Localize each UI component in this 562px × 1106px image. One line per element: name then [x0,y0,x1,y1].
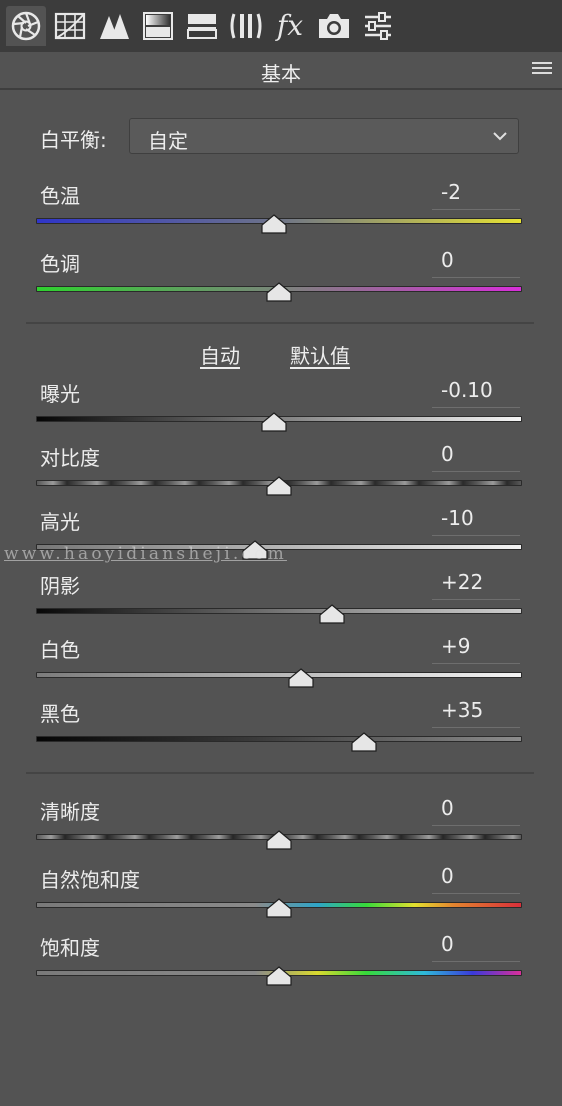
tone-curve-tab[interactable] [50,6,90,46]
whites-label: 白色 [40,638,80,662]
exposure-value[interactable]: -0.10 [432,378,520,408]
contrast-value[interactable]: 0 [432,442,520,472]
highlights-label: 高光 [40,510,80,534]
temp-label: 色温 [40,184,80,208]
blacks-label: 黑色 [40,702,80,726]
tint-label: 色调 [40,252,80,276]
contrast-slider-thumb[interactable] [266,476,292,496]
effects-fx-icon: fx [276,9,304,42]
blacks-slider-thumb[interactable] [351,732,377,752]
clarity-label: 清晰度 [40,800,100,824]
section-header: 基本 [0,52,562,90]
shadows-value[interactable]: +22 [432,570,520,600]
exposure-label: 曝光 [40,382,80,406]
tint-value[interactable]: 0 [432,248,520,278]
watermark-text: www.haoyidiansheji.com [4,544,287,564]
detail-tab[interactable] [94,6,134,46]
temp-slider-thumb[interactable] [261,214,287,234]
tint-slider-thumb[interactable] [266,282,292,302]
hsl-gradient-icon [143,12,173,40]
aperture-icon [11,11,41,41]
vibrance-label: 自然饱和度 [40,868,140,892]
exposure-slider-thumb[interactable] [261,412,287,432]
presets-sliders-icon [365,12,391,40]
effects-tab[interactable]: fx [270,6,310,46]
camera-calibration-icon [319,14,349,38]
whites-value[interactable]: +9 [432,634,520,664]
split-toning-tab[interactable] [182,6,222,46]
vibrance-slider-thumb[interactable] [266,898,292,918]
section-divider [26,322,534,324]
default-link[interactable]: 默认值 [290,340,350,369]
clarity-slider-thumb[interactable] [266,830,292,850]
saturation-slider-thumb[interactable] [266,966,292,986]
hsl-tab[interactable] [138,6,178,46]
contrast-label: 对比度 [40,446,100,470]
shadows-label: 阴影 [40,574,80,598]
camera-calibration-tab[interactable] [314,6,354,46]
whites-slider-thumb[interactable] [288,668,314,688]
section-divider [26,772,534,774]
blacks-track[interactable] [36,736,522,742]
auto-link[interactable]: 自动 [200,340,240,369]
lens-correction-tab[interactable] [226,6,266,46]
whites-track[interactable] [36,672,522,678]
saturation-label: 饱和度 [40,936,100,960]
shadows-slider-thumb[interactable] [319,604,346,624]
detail-triangles-icon [100,14,129,39]
blacks-value[interactable]: +35 [432,698,520,728]
vibrance-value[interactable]: 0 [432,864,520,894]
chevron-down-icon [493,132,507,141]
basic-tab[interactable] [6,6,46,46]
hamburger-menu-icon[interactable] [532,62,552,78]
shadows-track[interactable] [36,608,522,614]
temp-value[interactable]: -2 [432,180,520,210]
panel-toolbar: fx [0,0,562,52]
saturation-value[interactable]: 0 [432,932,520,962]
white-balance-select[interactable]: 自定 [129,118,519,154]
highlights-value[interactable]: -10 [432,506,520,536]
presets-tab[interactable] [358,6,398,46]
split-toning-icon [187,14,217,39]
white-balance-value: 自定 [148,129,188,153]
white-balance-label: 白平衡: [40,128,107,152]
section-title: 基本 [261,62,301,86]
tone-curve-grid-icon [54,12,86,40]
clarity-value[interactable]: 0 [432,796,520,826]
lens-correction-icon [230,13,262,39]
